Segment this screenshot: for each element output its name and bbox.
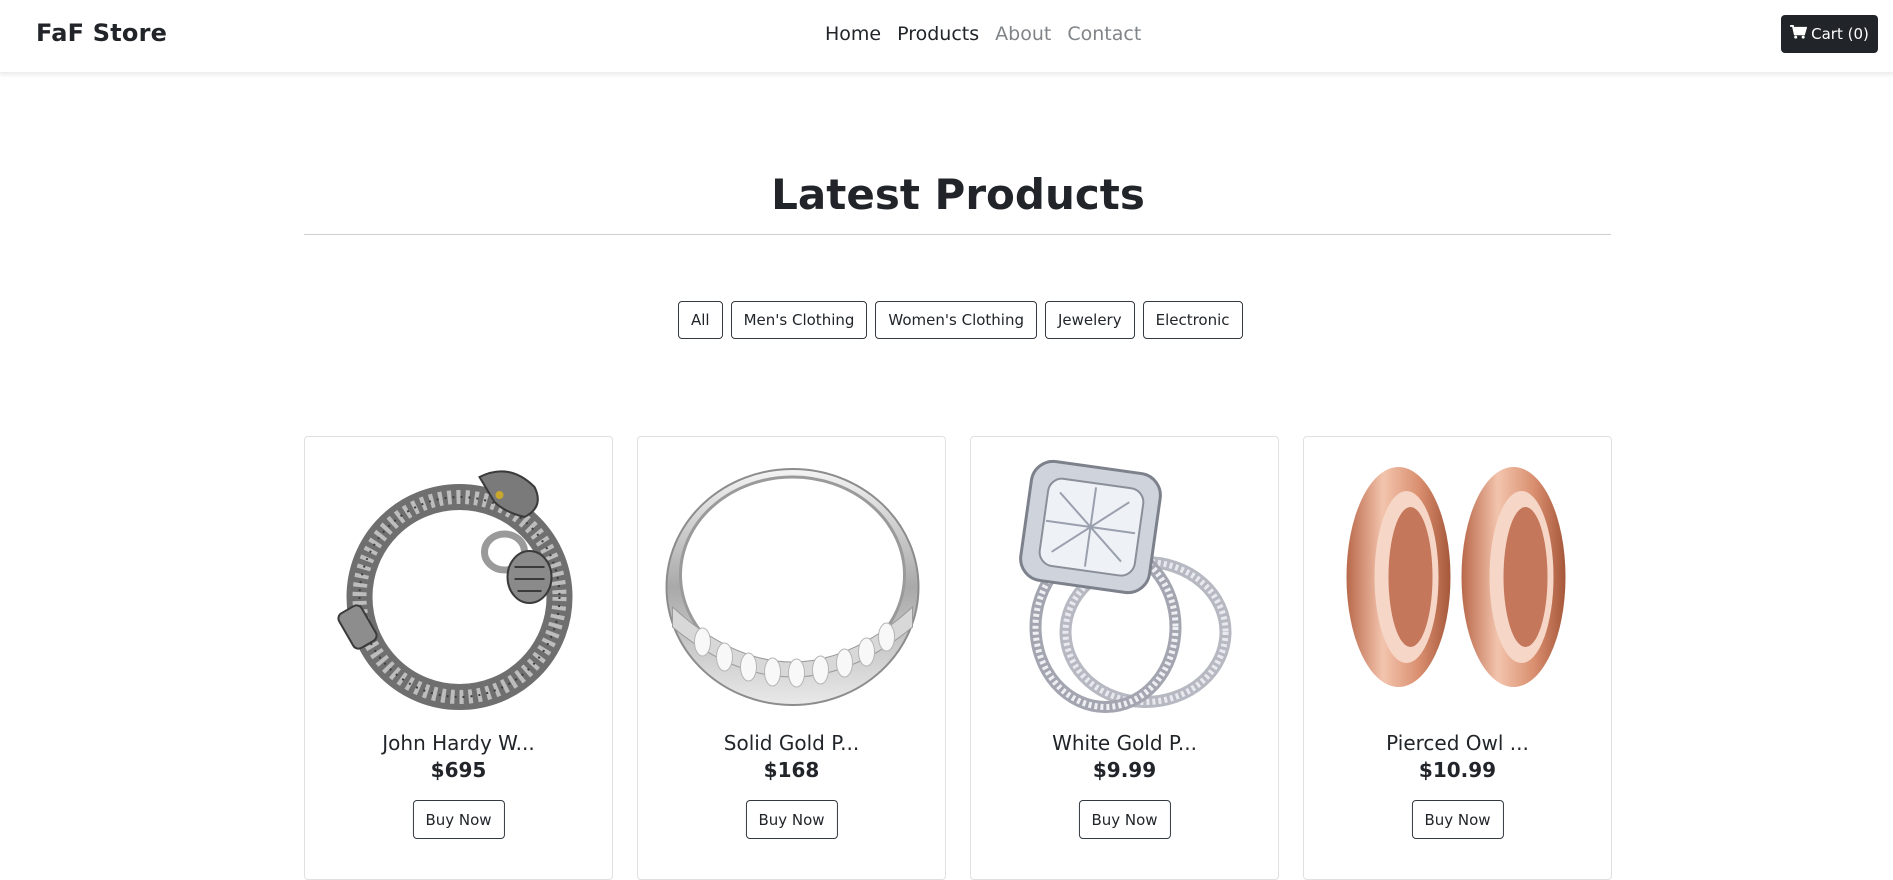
product-image-diamond-ring[interactable] <box>995 457 1256 715</box>
cart-button[interactable]: Cart (0) <box>1781 15 1878 53</box>
nav-link-about[interactable]: About <box>995 23 1051 45</box>
nav-link-contact[interactable]: Contact <box>1067 23 1141 45</box>
buy-now-button[interactable]: Buy Now <box>745 800 838 839</box>
product-grid: John Hardy W... $695 Buy Now Solid Gold … <box>304 436 1636 880</box>
filter-mens-clothing-button[interactable]: Men's Clothing <box>730 301 868 339</box>
brand-logo[interactable]: FaF Store <box>36 19 167 47</box>
nav-links: Home Products About Contact <box>825 23 1157 45</box>
category-filters: All Men's Clothing Women's Clothing Jewe… <box>678 301 1251 339</box>
buy-now-button[interactable]: Buy Now <box>1078 800 1171 839</box>
navbar: FaF Store Home Products About Contact Ca… <box>0 0 1893 73</box>
filter-all-button[interactable]: All <box>678 301 723 339</box>
buy-now-button[interactable]: Buy Now <box>412 800 505 839</box>
product-image-bracelet[interactable] <box>329 457 590 715</box>
product-price: $10.99 <box>1418 758 1497 782</box>
product-card: White Gold P... $9.99 Buy Now <box>970 436 1279 880</box>
product-title: Pierced Owl ... <box>1386 731 1529 755</box>
product-price: $168 <box>763 758 820 782</box>
product-price: $695 <box>430 758 487 782</box>
cart-label: Cart (0) <box>1811 25 1869 43</box>
product-image-ring[interactable] <box>662 457 923 715</box>
filter-womens-clothing-button[interactable]: Women's Clothing <box>875 301 1037 339</box>
buy-now-button[interactable]: Buy Now <box>1411 800 1504 839</box>
filter-electronic-button[interactable]: Electronic <box>1142 301 1243 339</box>
nav-link-products[interactable]: Products <box>897 23 979 45</box>
nav-link-home[interactable]: Home <box>825 23 881 45</box>
product-card: John Hardy W... $695 Buy Now <box>304 436 613 880</box>
product-card: Pierced Owl ... $10.99 Buy Now <box>1303 436 1612 880</box>
shopping-cart-icon <box>1790 25 1808 43</box>
product-image-plugs[interactable] <box>1328 457 1589 715</box>
title-divider <box>304 234 1611 235</box>
product-title: John Hardy W... <box>382 731 535 755</box>
filter-jewelery-button[interactable]: Jewelery <box>1045 301 1135 339</box>
product-title: White Gold P... <box>1052 731 1197 755</box>
product-title: Solid Gold P... <box>723 731 860 755</box>
product-price: $9.99 <box>1092 758 1157 782</box>
product-card: Solid Gold P... $168 Buy Now <box>637 436 946 880</box>
page-title: Latest Products <box>771 170 1145 219</box>
